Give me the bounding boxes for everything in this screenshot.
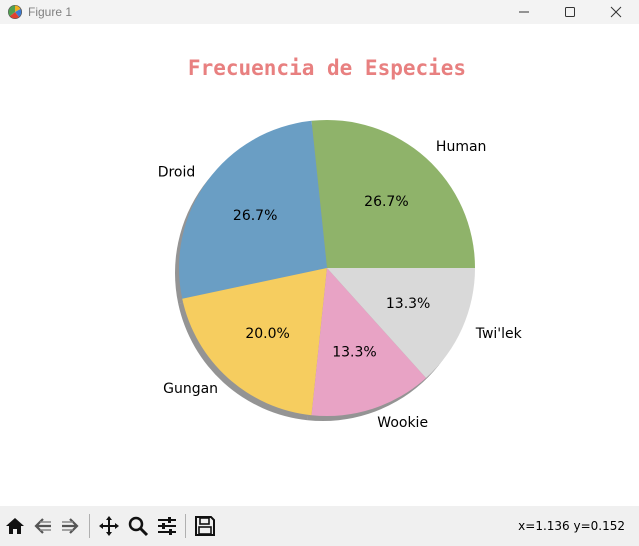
maximize-icon bbox=[565, 7, 575, 17]
chart-title: Frecuencia de Especies bbox=[188, 56, 466, 80]
pie-chart: Frecuencia de Especies Human 26.7% Droid 26… bbox=[158, 56, 523, 431]
minimize-icon bbox=[519, 11, 529, 13]
pan-icon bbox=[99, 516, 119, 536]
pie-percent-label: 20.0% bbox=[245, 326, 289, 342]
window-titlebar: Figure 1 bbox=[0, 0, 639, 24]
window-title: Figure 1 bbox=[28, 5, 73, 19]
pie-category-label: Human bbox=[436, 139, 487, 155]
forward-button[interactable] bbox=[58, 514, 82, 538]
zoom-icon bbox=[128, 516, 149, 537]
pie-percent-label: 26.7% bbox=[233, 208, 277, 224]
home-icon bbox=[6, 518, 24, 534]
home-button[interactable] bbox=[3, 514, 27, 538]
navigation-toolbar: x=1.136 y=0.152 bbox=[0, 506, 639, 546]
figure-canvas[interactable]: Frecuencia de Especies Human 26.7% Droid 26… bbox=[0, 24, 639, 506]
pie-category-label: Gungan bbox=[163, 381, 218, 397]
pie-percent-label: 13.3% bbox=[332, 344, 376, 360]
pie-percent-label: 26.7% bbox=[364, 194, 408, 210]
pie-category-label: Wookie bbox=[377, 415, 428, 431]
toolbar-separator bbox=[89, 514, 90, 538]
close-icon bbox=[610, 6, 622, 18]
pan-button[interactable] bbox=[97, 514, 121, 538]
pie-category-label: Twi'lek bbox=[475, 326, 523, 342]
pie-category-label: Droid bbox=[158, 164, 196, 180]
configure-subplots-icon bbox=[158, 517, 176, 535]
save-button[interactable] bbox=[193, 514, 217, 538]
toolbar-separator bbox=[185, 514, 186, 538]
configure-subplots-button[interactable] bbox=[155, 514, 179, 538]
back-button[interactable] bbox=[31, 514, 55, 538]
zoom-button[interactable] bbox=[126, 514, 150, 538]
matplotlib-icon bbox=[7, 4, 23, 20]
back-icon bbox=[34, 518, 51, 534]
maximize-button[interactable] bbox=[547, 0, 593, 24]
pie-slices bbox=[178, 120, 475, 416]
forward-icon bbox=[62, 518, 79, 534]
pie-percent-label: 13.3% bbox=[386, 296, 430, 312]
cursor-coordinates: x=1.136 y=0.152 bbox=[518, 519, 625, 533]
minimize-button[interactable] bbox=[501, 0, 547, 24]
close-button[interactable] bbox=[593, 0, 639, 24]
save-icon bbox=[195, 516, 215, 536]
